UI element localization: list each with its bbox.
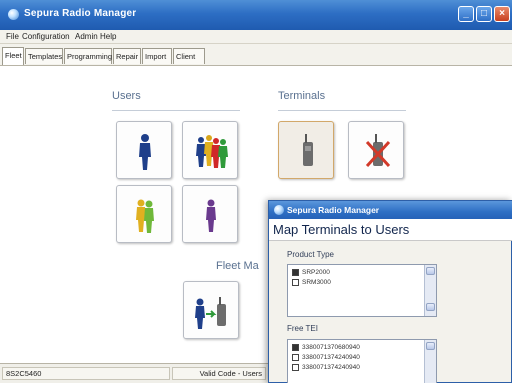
checkbox[interactable]: [292, 279, 299, 286]
free-tei-list[interactable]: 3380071370680940 3380071374240940 338007…: [287, 339, 437, 383]
maximize-button[interactable]: □: [476, 6, 492, 22]
menu-file[interactable]: File: [6, 32, 19, 41]
user-group-icon: [196, 135, 228, 168]
unassigned-terminal-button[interactable]: [348, 121, 404, 179]
list-item[interactable]: 3380071374240940: [288, 353, 428, 362]
menu-configuration[interactable]: Configuration: [22, 32, 70, 41]
title-bar: Sepura Radio Manager _ □ ×: [0, 0, 512, 30]
checkbox[interactable]: [292, 364, 299, 371]
free-tei-label: Free TEI: [287, 324, 318, 333]
dialog-title-bar: Sepura Radio Manager: [269, 201, 512, 219]
users-section-title: Users: [112, 90, 141, 102]
single-user-button[interactable]: [116, 121, 172, 179]
product-type-label: Product Type: [287, 250, 334, 259]
user-role-icon: [136, 199, 154, 233]
product-type-list[interactable]: SRP2000 SRM3000: [287, 264, 437, 317]
tab-strip: Fleet Templates Programming Repair Impor…: [0, 44, 512, 66]
menu-admin[interactable]: Admin: [75, 32, 98, 41]
fleet-section-title: Fleet Ma: [216, 260, 259, 272]
checkbox[interactable]: [292, 344, 299, 351]
tab-client[interactable]: Client: [173, 48, 205, 64]
status-user-id: 8S2C5460: [2, 367, 170, 380]
minimize-button[interactable]: _: [458, 6, 474, 22]
map-terminals-dialog: Sepura Radio Manager Map Terminals to Us…: [268, 200, 512, 383]
user-admin-button[interactable]: [182, 185, 238, 243]
map-terminals-button[interactable]: [183, 281, 239, 339]
dialog-app-icon: [274, 205, 284, 215]
tab-fleet[interactable]: Fleet: [2, 47, 24, 65]
menu-help[interactable]: Help: [100, 32, 116, 41]
scroll-up-icon[interactable]: [426, 267, 435, 275]
free-tei-scrollbar[interactable]: [424, 340, 436, 383]
status-message: Valid Code - Users: [172, 367, 266, 380]
checkbox[interactable]: [292, 354, 299, 361]
tab-programming[interactable]: Programming: [64, 48, 112, 64]
single-user-icon: [139, 134, 151, 170]
close-button[interactable]: ×: [494, 6, 510, 22]
scroll-down-icon[interactable]: [426, 303, 435, 311]
checkbox[interactable]: [292, 269, 299, 276]
terminals-divider: [278, 110, 406, 111]
radio-terminal-icon: [303, 134, 313, 166]
list-item[interactable]: 3380071374240940: [288, 363, 428, 372]
list-item[interactable]: SRP2000: [288, 268, 428, 277]
window-title: Sepura Radio Manager: [24, 8, 137, 19]
dialog-header: Map Terminals to Users: [269, 219, 512, 241]
list-item[interactable]: 3380071370680940: [288, 343, 428, 352]
app-icon: [8, 9, 19, 20]
terminals-section-title: Terminals: [278, 90, 326, 102]
list-item[interactable]: SRM3000: [288, 278, 428, 287]
user-admin-icon: [206, 199, 216, 232]
terminal-disabled-icon: [365, 134, 391, 168]
terminal-button[interactable]: [278, 121, 334, 179]
dialog-title: Sepura Radio Manager: [287, 205, 380, 215]
scroll-up-icon[interactable]: [426, 342, 435, 350]
product-type-scrollbar[interactable]: [424, 265, 436, 316]
menu-bar: File Configuration Admin Help: [0, 30, 512, 44]
tab-import[interactable]: Import: [142, 48, 172, 64]
map-user-terminal-icon: [195, 297, 226, 329]
user-group-button[interactable]: [182, 121, 238, 179]
tab-repair[interactable]: Repair: [113, 48, 141, 64]
dialog-heading: Map Terminals to Users: [273, 222, 410, 237]
tab-templates[interactable]: Templates: [25, 48, 63, 64]
user-role-button[interactable]: [116, 185, 172, 243]
users-divider: [112, 110, 240, 111]
